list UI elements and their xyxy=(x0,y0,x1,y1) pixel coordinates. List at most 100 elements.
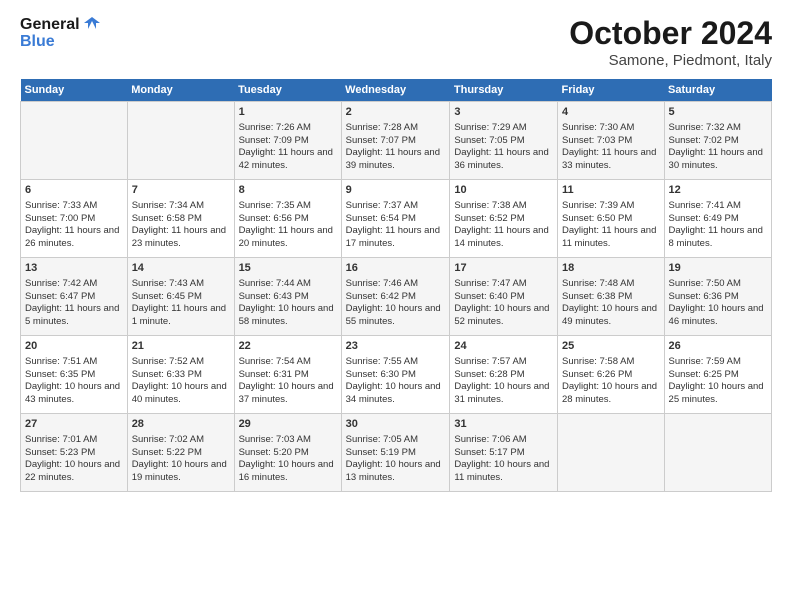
cell-text: Sunrise: 7:30 AM xyxy=(562,122,660,135)
cell-text: Daylight: 10 hours and 31 minutes. xyxy=(454,381,553,407)
cell-text: Sunset: 5:19 PM xyxy=(346,447,446,460)
cell-text: Daylight: 11 hours and 39 minutes. xyxy=(346,147,446,173)
calendar-cell: 18Sunrise: 7:48 AMSunset: 6:38 PMDayligh… xyxy=(558,258,665,336)
calendar-cell: 22Sunrise: 7:54 AMSunset: 6:31 PMDayligh… xyxy=(234,336,341,414)
calendar-cell: 31Sunrise: 7:06 AMSunset: 5:17 PMDayligh… xyxy=(450,414,558,492)
cell-text: Sunset: 5:23 PM xyxy=(25,447,123,460)
calendar-header: Sunday Monday Tuesday Wednesday Thursday… xyxy=(21,79,772,102)
cell-text: Sunrise: 7:32 AM xyxy=(669,122,767,135)
calendar-week-row: 6Sunrise: 7:33 AMSunset: 7:00 PMDaylight… xyxy=(21,180,772,258)
cell-text: Sunrise: 7:59 AM xyxy=(669,356,767,369)
day-number: 22 xyxy=(239,339,337,354)
calendar-cell: 10Sunrise: 7:38 AMSunset: 6:52 PMDayligh… xyxy=(450,180,558,258)
day-number: 20 xyxy=(25,339,123,354)
header: General Blue October 2024 Samone, Piedmo… xyxy=(20,15,772,69)
cell-text: Sunset: 6:52 PM xyxy=(454,213,553,226)
calendar-cell: 29Sunrise: 7:03 AMSunset: 5:20 PMDayligh… xyxy=(234,414,341,492)
cell-text: Sunrise: 7:50 AM xyxy=(669,278,767,291)
cell-text: Sunrise: 7:43 AM xyxy=(132,278,230,291)
calendar-cell: 7Sunrise: 7:34 AMSunset: 6:58 PMDaylight… xyxy=(127,180,234,258)
col-thursday: Thursday xyxy=(450,79,558,102)
day-number: 24 xyxy=(454,339,553,354)
cell-text: Sunrise: 7:51 AM xyxy=(25,356,123,369)
cell-text: Daylight: 10 hours and 40 minutes. xyxy=(132,381,230,407)
header-row: Sunday Monday Tuesday Wednesday Thursday… xyxy=(21,79,772,102)
cell-text: Sunrise: 7:37 AM xyxy=(346,200,446,213)
cell-text: Sunrise: 7:48 AM xyxy=(562,278,660,291)
day-number: 11 xyxy=(562,183,660,198)
day-number: 7 xyxy=(132,183,230,198)
cell-text: Sunset: 5:22 PM xyxy=(132,447,230,460)
day-number: 18 xyxy=(562,261,660,276)
calendar-cell: 13Sunrise: 7:42 AMSunset: 6:47 PMDayligh… xyxy=(21,258,128,336)
calendar-cell: 5Sunrise: 7:32 AMSunset: 7:02 PMDaylight… xyxy=(664,102,771,180)
col-tuesday: Tuesday xyxy=(234,79,341,102)
calendar-week-row: 20Sunrise: 7:51 AMSunset: 6:35 PMDayligh… xyxy=(21,336,772,414)
cell-text: Sunset: 7:02 PM xyxy=(669,135,767,148)
cell-text: Sunrise: 7:38 AM xyxy=(454,200,553,213)
calendar-cell: 2Sunrise: 7:28 AMSunset: 7:07 PMDaylight… xyxy=(341,102,450,180)
cell-text: Sunrise: 7:02 AM xyxy=(132,434,230,447)
cell-text: Sunrise: 7:55 AM xyxy=(346,356,446,369)
calendar-cell: 24Sunrise: 7:57 AMSunset: 6:28 PMDayligh… xyxy=(450,336,558,414)
day-number: 27 xyxy=(25,417,123,432)
cell-text: Daylight: 11 hours and 23 minutes. xyxy=(132,225,230,251)
day-number: 2 xyxy=(346,105,446,120)
cell-text: Sunrise: 7:01 AM xyxy=(25,434,123,447)
calendar-cell: 26Sunrise: 7:59 AMSunset: 6:25 PMDayligh… xyxy=(664,336,771,414)
cell-text: Sunrise: 7:39 AM xyxy=(562,200,660,213)
calendar-cell: 6Sunrise: 7:33 AMSunset: 7:00 PMDaylight… xyxy=(21,180,128,258)
location-subtitle: Samone, Piedmont, Italy xyxy=(569,52,772,69)
calendar-cell: 1Sunrise: 7:26 AMSunset: 7:09 PMDaylight… xyxy=(234,102,341,180)
cell-text: Sunrise: 7:42 AM xyxy=(25,278,123,291)
calendar-week-row: 13Sunrise: 7:42 AMSunset: 6:47 PMDayligh… xyxy=(21,258,772,336)
cell-text: Daylight: 11 hours and 33 minutes. xyxy=(562,147,660,173)
cell-text: Daylight: 10 hours and 49 minutes. xyxy=(562,303,660,329)
day-number: 25 xyxy=(562,339,660,354)
cell-text: Sunset: 7:09 PM xyxy=(239,135,337,148)
calendar-week-row: 1Sunrise: 7:26 AMSunset: 7:09 PMDaylight… xyxy=(21,102,772,180)
cell-text: Daylight: 10 hours and 55 minutes. xyxy=(346,303,446,329)
cell-text: Sunset: 6:25 PM xyxy=(669,369,767,382)
cell-text: Sunrise: 7:52 AM xyxy=(132,356,230,369)
day-number: 13 xyxy=(25,261,123,276)
cell-text: Daylight: 11 hours and 1 minute. xyxy=(132,303,230,329)
cell-text: Daylight: 11 hours and 26 minutes. xyxy=(25,225,123,251)
day-number: 9 xyxy=(346,183,446,198)
cell-text: Sunset: 6:40 PM xyxy=(454,291,553,304)
cell-text: Sunset: 6:43 PM xyxy=(239,291,337,304)
logo-bird-icon xyxy=(82,15,102,35)
cell-text: Daylight: 10 hours and 58 minutes. xyxy=(239,303,337,329)
cell-text: Sunset: 7:05 PM xyxy=(454,135,553,148)
day-number: 23 xyxy=(346,339,446,354)
calendar-cell xyxy=(21,102,128,180)
calendar-cell: 19Sunrise: 7:50 AMSunset: 6:36 PMDayligh… xyxy=(664,258,771,336)
calendar-cell xyxy=(558,414,665,492)
cell-text: Daylight: 10 hours and 16 minutes. xyxy=(239,459,337,485)
day-number: 5 xyxy=(669,105,767,120)
day-number: 6 xyxy=(25,183,123,198)
page: General Blue October 2024 Samone, Piedmo… xyxy=(0,0,792,502)
cell-text: Sunset: 7:00 PM xyxy=(25,213,123,226)
cell-text: Daylight: 11 hours and 11 minutes. xyxy=(562,225,660,251)
col-friday: Friday xyxy=(558,79,665,102)
cell-text: Sunrise: 7:05 AM xyxy=(346,434,446,447)
cell-text: Sunrise: 7:46 AM xyxy=(346,278,446,291)
cell-text: Sunset: 6:31 PM xyxy=(239,369,337,382)
cell-text: Sunset: 6:56 PM xyxy=(239,213,337,226)
calendar-cell: 28Sunrise: 7:02 AMSunset: 5:22 PMDayligh… xyxy=(127,414,234,492)
day-number: 31 xyxy=(454,417,553,432)
calendar-cell: 4Sunrise: 7:30 AMSunset: 7:03 PMDaylight… xyxy=(558,102,665,180)
cell-text: Sunrise: 7:03 AM xyxy=(239,434,337,447)
day-number: 19 xyxy=(669,261,767,276)
day-number: 26 xyxy=(669,339,767,354)
cell-text: Daylight: 11 hours and 36 minutes. xyxy=(454,147,553,173)
day-number: 8 xyxy=(239,183,337,198)
cell-text: Daylight: 10 hours and 28 minutes. xyxy=(562,381,660,407)
logo: General Blue xyxy=(20,15,102,51)
cell-text: Sunset: 6:50 PM xyxy=(562,213,660,226)
day-number: 17 xyxy=(454,261,553,276)
cell-text: Sunset: 7:07 PM xyxy=(346,135,446,148)
cell-text: Daylight: 10 hours and 13 minutes. xyxy=(346,459,446,485)
cell-text: Sunset: 6:54 PM xyxy=(346,213,446,226)
